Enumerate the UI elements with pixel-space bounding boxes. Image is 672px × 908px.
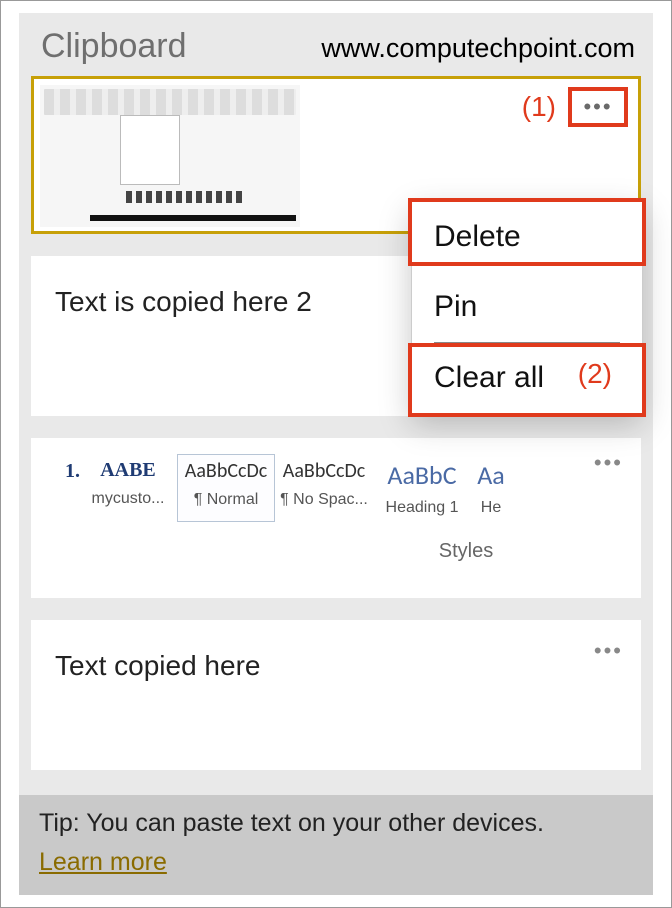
watermark-text: www.computechpoint.com xyxy=(321,33,635,64)
style-label: ¶ No Spac... xyxy=(278,491,370,509)
tip-text: Tip: You can paste text on your other de… xyxy=(39,809,633,838)
more-options-button[interactable]: ••• xyxy=(568,87,628,127)
style-label: Heading 1 xyxy=(376,499,468,517)
style-sample: AaBbCcDc xyxy=(180,459,272,483)
clipboard-item[interactable]: ••• Text copied here xyxy=(31,620,641,770)
clipboard-item-text: Text copied here xyxy=(55,650,617,682)
styles-gallery: AABE mycusto... AaBbCcDc ¶ Normal AaBbCc… xyxy=(79,454,621,522)
style-label: ¶ Normal xyxy=(180,491,272,509)
panel-header: Clipboard www.computechpoint.com xyxy=(19,13,653,76)
list-number: 1. xyxy=(65,460,80,483)
more-options-button[interactable]: ••• xyxy=(594,450,623,476)
learn-more-link[interactable]: Learn more xyxy=(39,848,167,877)
clipboard-item[interactable]: ••• 1. AABE mycusto... AaBbCcDc ¶ Normal… xyxy=(31,438,641,598)
style-label: He xyxy=(474,499,508,517)
style-label: mycusto... xyxy=(82,490,174,508)
ellipsis-icon: ••• xyxy=(594,638,623,663)
style-tile: AaBbC Heading 1 xyxy=(373,454,471,522)
menu-item-label: Pin xyxy=(434,290,477,323)
style-tile-selected: AaBbCcDc ¶ Normal xyxy=(177,454,275,522)
more-options-button[interactable]: ••• xyxy=(594,638,623,664)
annotation-callout-2: (2) xyxy=(578,358,612,390)
style-sample: Aa xyxy=(474,459,508,491)
styles-caption: Styles xyxy=(311,540,621,563)
style-tile: Aa He xyxy=(471,454,511,522)
style-sample: AABE xyxy=(82,459,174,482)
style-tile: AABE mycusto... xyxy=(79,454,177,522)
tip-footer: Tip: You can paste text on your other de… xyxy=(19,795,653,895)
style-sample: AaBbCcDc xyxy=(278,459,370,483)
context-menu: Delete Pin (2) Clear all xyxy=(411,201,643,414)
style-sample: AaBbC xyxy=(376,459,468,491)
menu-item-delete[interactable]: Delete xyxy=(412,202,642,272)
annotation-callout-1: (1) xyxy=(522,91,556,123)
menu-item-pin[interactable]: Pin (2) xyxy=(412,272,642,342)
ellipsis-icon: ••• xyxy=(594,450,623,475)
clipboard-panel: Clipboard www.computechpoint.com (1) •••… xyxy=(19,13,653,895)
panel-title: Clipboard xyxy=(41,27,187,66)
style-tile: AaBbCcDc ¶ No Spac... xyxy=(275,454,373,522)
clipboard-thumbnail xyxy=(40,85,300,227)
